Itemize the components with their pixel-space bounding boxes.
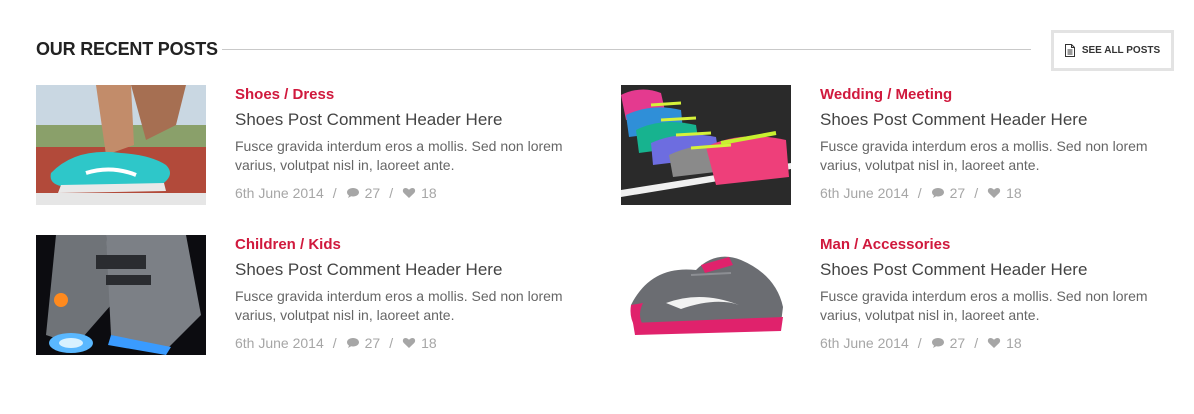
meta-separator: / [389, 185, 394, 201]
see-all-posts-label: SEE ALL POSTS [1081, 45, 1161, 56]
post-card: Man / Accessories Shoes Post Comment Hea… [621, 235, 1181, 355]
post-meta: 6th June 2014 / 27 / 18 [235, 185, 575, 201]
post-meta: 6th June 2014 / 27 / 18 [820, 335, 1160, 351]
post-card: Shoes / Dress Shoes Post Comment Header … [36, 85, 596, 205]
meta-separator: / [974, 185, 979, 201]
like-count[interactable]: 18 [1006, 335, 1022, 351]
light-up-grey-sneakers-photo [36, 235, 206, 355]
heart-icon [402, 337, 416, 348]
meta-separator: / [917, 335, 922, 351]
post-date: 6th June 2014 [820, 335, 909, 351]
row-of-colorful-sneakers-photo [621, 85, 791, 205]
post-excerpt: Fusce gravida interdum eros a mollis. Se… [820, 288, 1148, 323]
comment-count[interactable]: 27 [365, 185, 381, 201]
meta-separator: / [917, 185, 922, 201]
pink-grey-running-shoe-photo [621, 235, 791, 355]
comment-icon [931, 338, 944, 348]
section-title: OUR RECENT POSTS [36, 39, 218, 59]
post-date: 6th June 2014 [235, 185, 324, 201]
comment-icon [346, 188, 359, 198]
post-headline[interactable]: Shoes Post Comment Header Here [820, 259, 1160, 281]
post-excerpt: Fusce gravida interdum eros a mollis. Se… [235, 138, 563, 173]
like-count[interactable]: 18 [421, 335, 437, 351]
post-card: Children / Kids Shoes Post Comment Heade… [36, 235, 596, 355]
post-category-link[interactable]: Man / Accessories [820, 235, 1160, 255]
like-count[interactable]: 18 [1006, 185, 1022, 201]
heart-icon [987, 337, 1001, 348]
meta-separator: / [332, 185, 337, 201]
comment-icon [346, 338, 359, 348]
comment-count[interactable]: 27 [950, 335, 966, 351]
post-category-link[interactable]: Wedding / Meeting [820, 85, 1160, 105]
comment-icon [931, 188, 944, 198]
post-category-link[interactable]: Shoes / Dress [235, 85, 575, 105]
post-excerpt: Fusce gravida interdum eros a mollis. Se… [820, 138, 1148, 173]
post-headline[interactable]: Shoes Post Comment Header Here [235, 259, 575, 281]
post-thumbnail[interactable] [621, 85, 791, 205]
post-thumbnail[interactable] [621, 235, 791, 355]
document-icon [1064, 44, 1075, 57]
meta-separator: / [332, 335, 337, 351]
post-date: 6th June 2014 [235, 335, 324, 351]
meta-separator: / [389, 335, 394, 351]
post-excerpt: Fusce gravida interdum eros a mollis. Se… [235, 288, 563, 323]
post-meta: 6th June 2014 / 27 / 18 [235, 335, 575, 351]
comment-count[interactable]: 27 [365, 335, 381, 351]
post-headline[interactable]: Shoes Post Comment Header Here [235, 109, 575, 131]
title-divider [222, 49, 1031, 50]
post-thumbnail[interactable] [36, 235, 206, 355]
comment-count[interactable]: 27 [950, 185, 966, 201]
post-date: 6th June 2014 [820, 185, 909, 201]
turquoise-running-shoe-photo [36, 85, 206, 205]
post-meta: 6th June 2014 / 27 / 18 [820, 185, 1160, 201]
post-headline[interactable]: Shoes Post Comment Header Here [820, 109, 1160, 131]
like-count[interactable]: 18 [421, 185, 437, 201]
post-category-link[interactable]: Children / Kids [235, 235, 575, 255]
meta-separator: / [974, 335, 979, 351]
heart-icon [402, 187, 416, 198]
see-all-posts-button[interactable]: SEE ALL POSTS [1051, 30, 1174, 71]
post-thumbnail[interactable] [36, 85, 206, 205]
heart-icon [987, 187, 1001, 198]
post-card: Wedding / Meeting Shoes Post Comment Hea… [621, 85, 1181, 205]
